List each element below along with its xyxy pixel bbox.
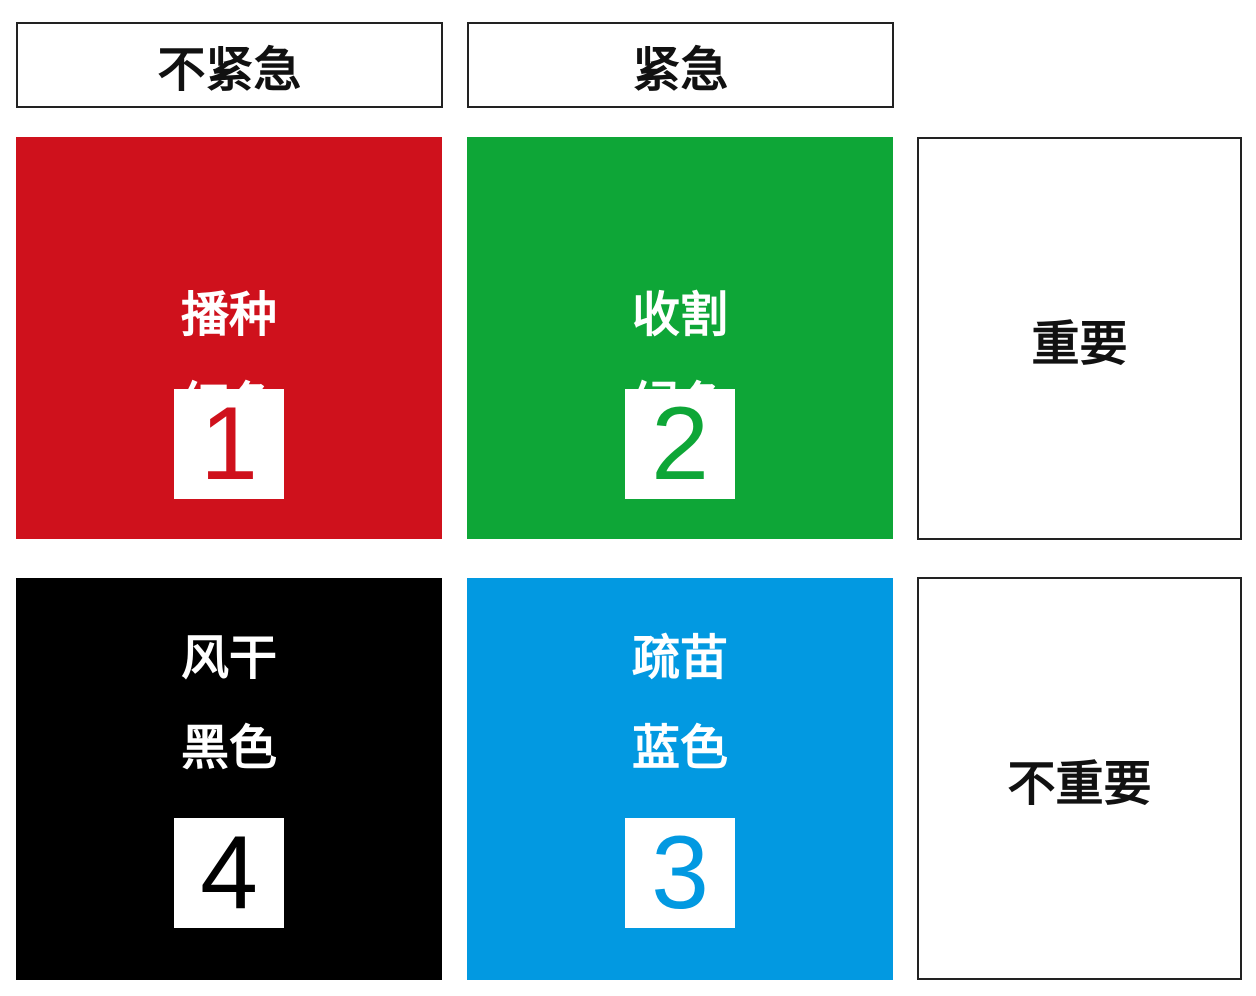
quadrant-number-badge: 3 [625,818,735,928]
quadrant-important-urgent: 收割 绿色 2 [467,137,893,539]
column-header-urgent: 紧急 [467,22,894,108]
quadrant-number-badge: 1 [174,389,284,499]
quadrant-action-label: 风干 [180,630,277,686]
quadrant-action-label: 疏苗 [631,630,728,686]
quadrant-not-important-not-urgent: 风干 黑色 4 [16,578,442,980]
row-header-important: 重要 [917,137,1242,540]
row-header-not-important: 不重要 [917,577,1242,980]
quadrant-important-not-urgent: 播种 红色 1 [16,137,442,539]
column-header-not-urgent: 不紧急 [16,22,443,108]
quadrant-number-badge: 4 [174,818,284,928]
quadrant-action-label: 播种 [180,287,277,343]
quadrant-number-badge: 2 [625,389,735,499]
quadrant-color-label: 蓝色 [631,720,728,776]
quadrant-not-important-urgent: 疏苗 蓝色 3 [467,578,893,980]
quadrant-action-label: 收割 [631,287,728,343]
quadrant-color-label: 黑色 [180,720,277,776]
